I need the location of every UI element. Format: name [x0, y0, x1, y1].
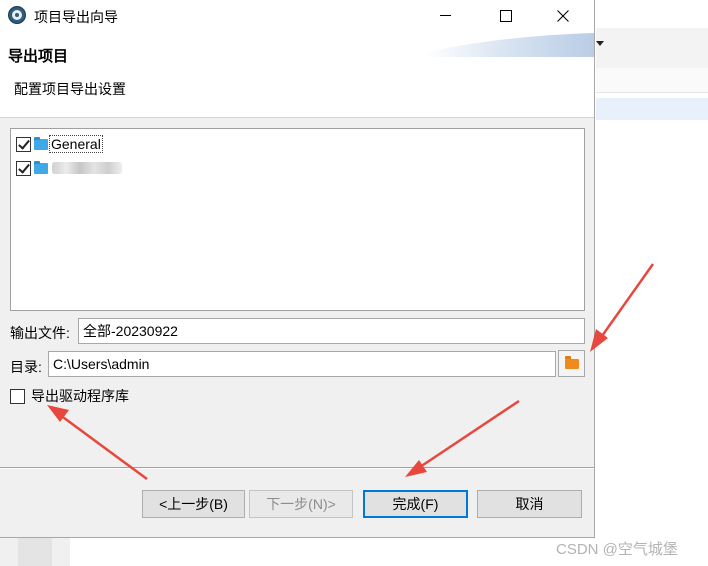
back-button[interactable]: <上一步(B) — [142, 490, 245, 518]
browse-directory-button[interactable] — [558, 350, 585, 377]
project-tree[interactable]: General — [10, 128, 585, 311]
separator — [0, 467, 594, 469]
maximize-button[interactable] — [483, 0, 529, 31]
tree-item-general[interactable]: General — [16, 134, 103, 154]
cancel-button[interactable]: 取消 — [477, 490, 582, 518]
tree-item-blurred[interactable] — [16, 158, 122, 178]
page-title: 导出项目 — [8, 48, 69, 65]
next-button[interactable]: 下一步(N)> — [249, 490, 353, 518]
export-driver-option[interactable]: 导出驱动程序库 — [10, 386, 129, 406]
tree-item-checkbox[interactable] — [16, 136, 31, 152]
output-file-label: 输出文件: — [10, 325, 70, 341]
app-icon — [8, 6, 26, 24]
minimize-icon — [439, 15, 451, 16]
maximize-icon — [500, 9, 512, 22]
directory-label: 目录: — [10, 359, 42, 375]
background-toolbar — [596, 28, 708, 69]
wizard-header: 导出项目 配置项目导出设置 — [0, 31, 594, 118]
background-dropdown-arrow-icon — [596, 41, 604, 46]
close-icon — [557, 9, 569, 22]
close-button[interactable] — [540, 0, 586, 31]
window-title: 项目导出向导 — [34, 9, 118, 25]
header-decoration — [424, 33, 594, 57]
background-row — [596, 68, 708, 93]
tree-item-label: General — [49, 135, 103, 153]
folder-icon — [34, 136, 48, 150]
folder-icon — [564, 355, 579, 369]
directory-input[interactable]: C:\Users\admin — [48, 351, 556, 377]
output-file-input[interactable]: 全部-20230922 — [78, 318, 585, 344]
finish-button[interactable]: 完成(F) — [363, 490, 468, 518]
export-driver-checkbox[interactable] — [10, 388, 25, 404]
blurred-label — [52, 162, 122, 174]
page-subtitle: 配置项目导出设置 — [14, 81, 126, 97]
background-selected-row — [596, 98, 708, 120]
export-driver-label: 导出驱动程序库 — [31, 388, 129, 404]
folder-icon — [34, 160, 48, 174]
minimize-button[interactable] — [422, 0, 468, 31]
tree-item-checkbox[interactable] — [16, 160, 31, 176]
background-panel-inner — [18, 538, 52, 566]
title-bar[interactable]: 项目导出向导 — [0, 0, 594, 31]
export-wizard-dialog: 项目导出向导 导出项目 配置项目导出设置 General 输出文件: 全部-20… — [0, 0, 595, 538]
watermark: CSDN @空气城堡 — [556, 541, 678, 558]
